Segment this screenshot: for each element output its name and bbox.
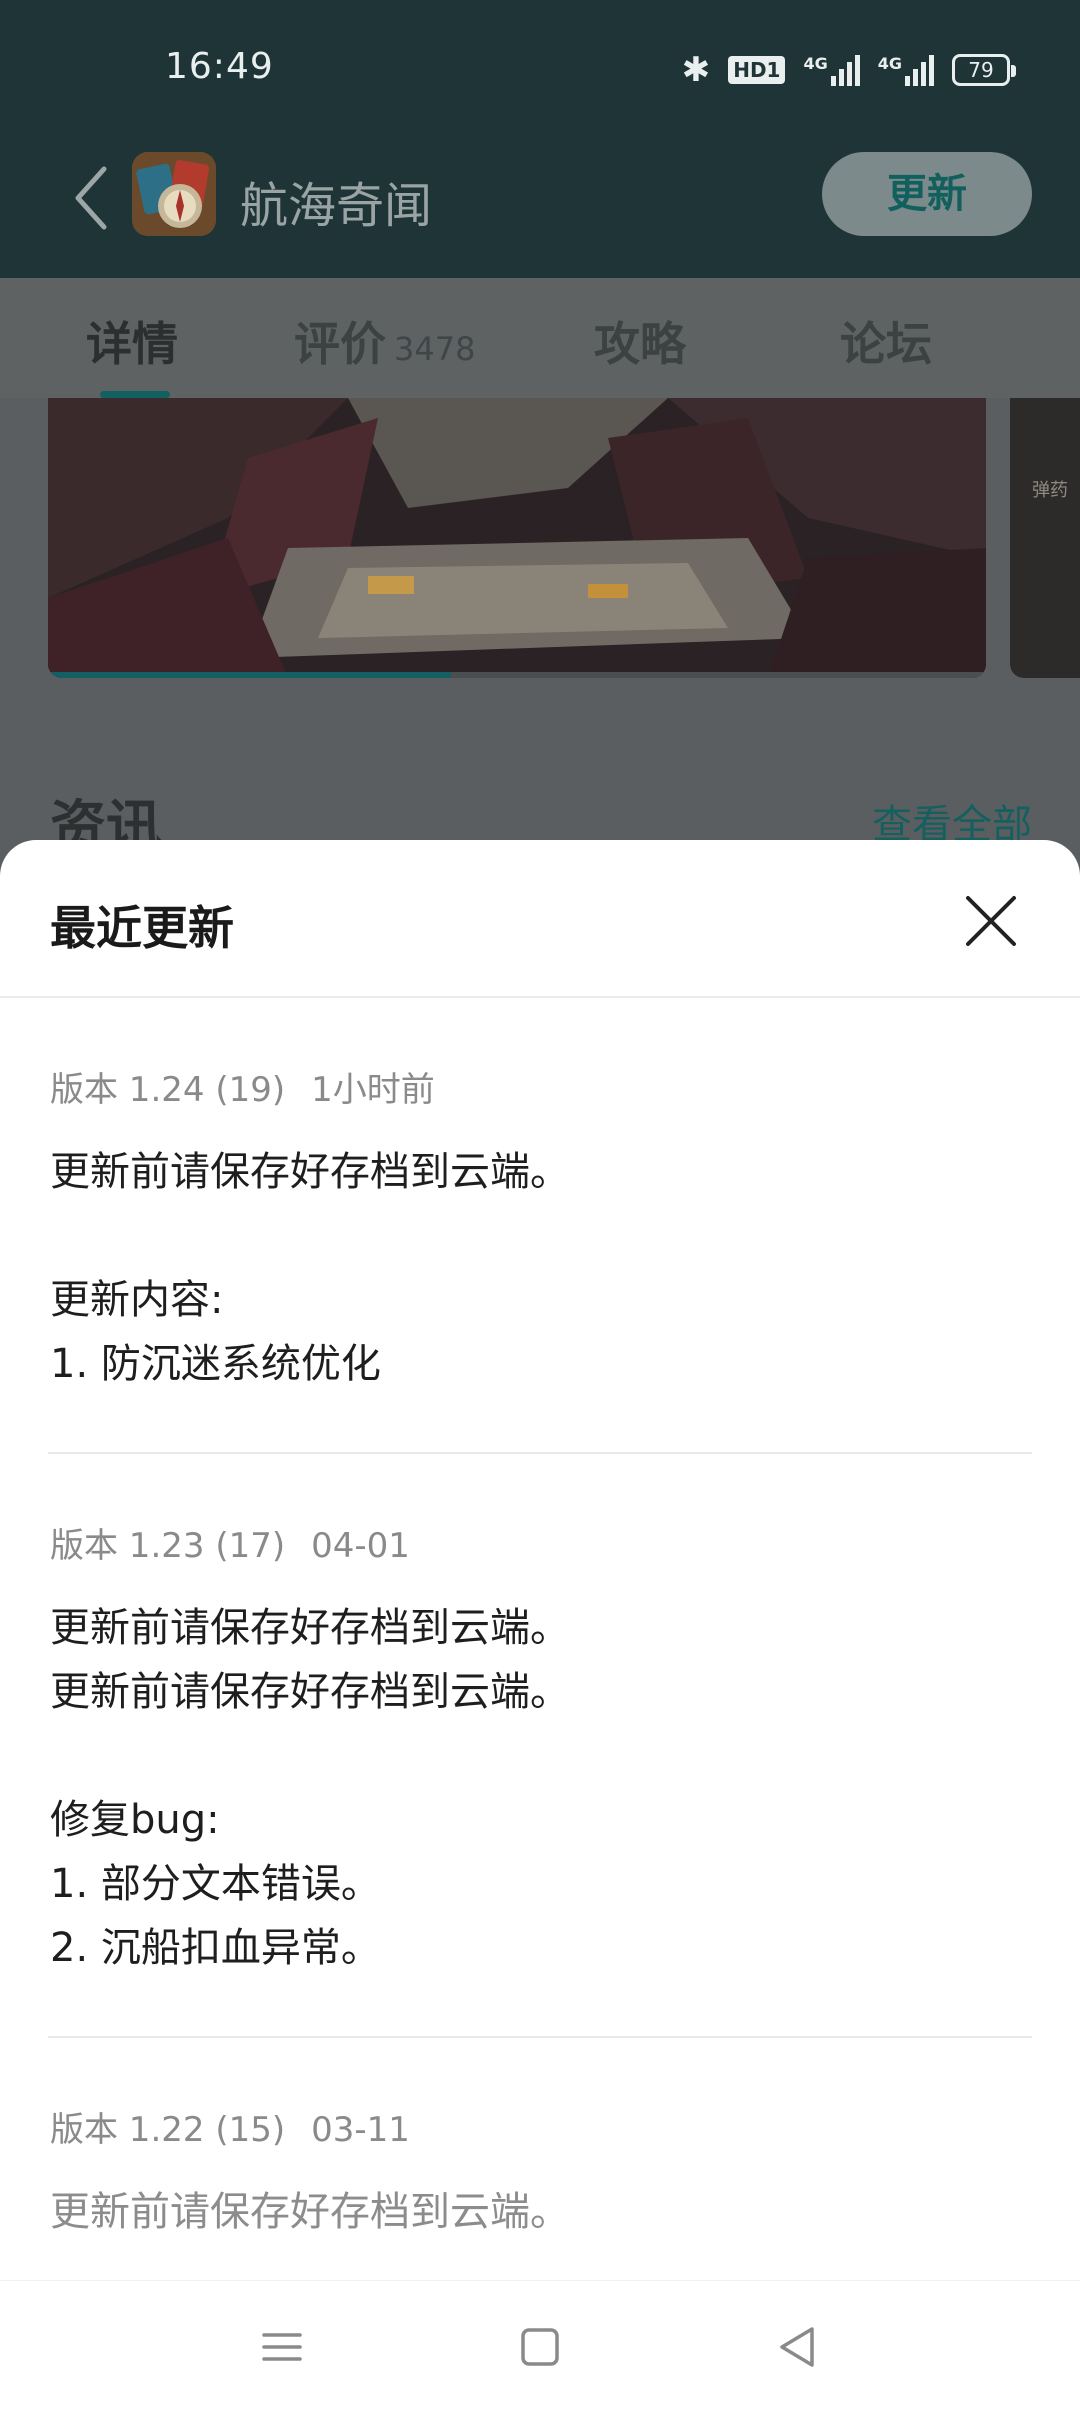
- update-entry: 版本 1.22 (15) 03-11 更新前请保存好存档到云端。: [50, 2102, 1030, 2244]
- entry-time: 03-11: [311, 2110, 410, 2150]
- entry-meta: 版本 1.24 (19) 1小时前: [50, 1062, 1030, 1112]
- sheet-title: 最近更新: [50, 901, 234, 955]
- game-artwork: [48, 398, 986, 678]
- update-entry: 版本 1.23 (17) 04-01 更新前请保存好存档到云端。 更新前请保存好存…: [50, 1518, 1030, 1980]
- menu-icon: [262, 2333, 302, 2361]
- chevron-left-icon: [75, 166, 107, 230]
- divider: [48, 2036, 1032, 2038]
- app-icon: [132, 152, 216, 236]
- tab-bar: 详情 评价 3478 攻略 论坛: [0, 278, 1080, 398]
- entry-version: 版本 1.23 (17): [50, 1526, 286, 1566]
- sheet-header: 最近更新: [0, 840, 1080, 998]
- entry-notes: 更新前请保存好存档到云端。: [50, 2189, 570, 2235]
- back-triangle-icon: [780, 2327, 814, 2367]
- entry-notes: 更新前请保存好存档到云端。 更新内容: 1. 防沉迷系统优化: [50, 1149, 570, 1387]
- screenshot-banner-next[interactable]: 弹药: [1010, 398, 1080, 678]
- signal-icon: 4G: [803, 54, 860, 86]
- hd-badge: HD1: [728, 56, 786, 84]
- update-button[interactable]: 更新: [822, 152, 1032, 236]
- entry-notes: 更新前请保存好存档到云端。 更新前请保存好存档到云端。 修复bug: 1. 部分…: [50, 1605, 570, 1971]
- status-time: 16:49: [165, 46, 274, 87]
- header-bar: 16:49 ✱ HD1 4G 4G 79 航海奇闻 更新: [0, 0, 1080, 278]
- tab-indicator: [100, 391, 170, 398]
- entry-time: 1小时前: [311, 1070, 435, 1110]
- update-entry: 版本 1.24 (19) 1小时前 更新前请保存好存档到云端。 更新内容: 1. …: [50, 1062, 1030, 1396]
- status-icons: ✱ HD1 4G 4G 79: [681, 50, 1016, 90]
- divider: [48, 1452, 1032, 1454]
- close-icon: [966, 896, 1016, 946]
- banner-progress: [48, 672, 986, 678]
- back-button[interactable]: [60, 158, 120, 238]
- entry-time: 04-01: [311, 1526, 410, 1566]
- back-nav-button[interactable]: [768, 2317, 828, 2377]
- entry-meta: 版本 1.23 (17) 04-01: [50, 1518, 1030, 1568]
- app-title: 航海奇闻: [240, 178, 433, 234]
- signal-icon: 4G: [878, 54, 934, 86]
- tab-guides[interactable]: 攻略: [594, 308, 686, 374]
- review-count: 3478: [394, 330, 476, 368]
- recent-updates-sheet: 最近更新 版本 1.24 (19) 1小时前 更新前请保存好存档到云端。 更新内容…: [0, 840, 1080, 2280]
- close-button[interactable]: [958, 888, 1024, 954]
- status-bar: 16:49 ✱ HD1 4G 4G 79: [0, 0, 1080, 140]
- entry-version: 版本 1.24 (19): [50, 1070, 286, 1110]
- tab-reviews[interactable]: 评价 3478: [294, 308, 475, 374]
- home-button[interactable]: [510, 2317, 570, 2377]
- bluetooth-icon: ✱: [681, 50, 711, 90]
- tab-forum[interactable]: 论坛: [840, 308, 932, 374]
- system-nav-bar: [0, 2280, 1080, 2412]
- tab-details[interactable]: 详情: [86, 308, 178, 374]
- entry-meta: 版本 1.22 (15) 03-11: [50, 2102, 1030, 2152]
- app-header: 航海奇闻 更新: [0, 140, 1080, 270]
- menu-button[interactable]: [252, 2317, 312, 2377]
- battery-icon: 79: [952, 54, 1016, 86]
- home-square-icon: [521, 2328, 559, 2366]
- screenshot-banner[interactable]: [48, 398, 986, 678]
- entry-version: 版本 1.22 (15): [50, 2110, 286, 2150]
